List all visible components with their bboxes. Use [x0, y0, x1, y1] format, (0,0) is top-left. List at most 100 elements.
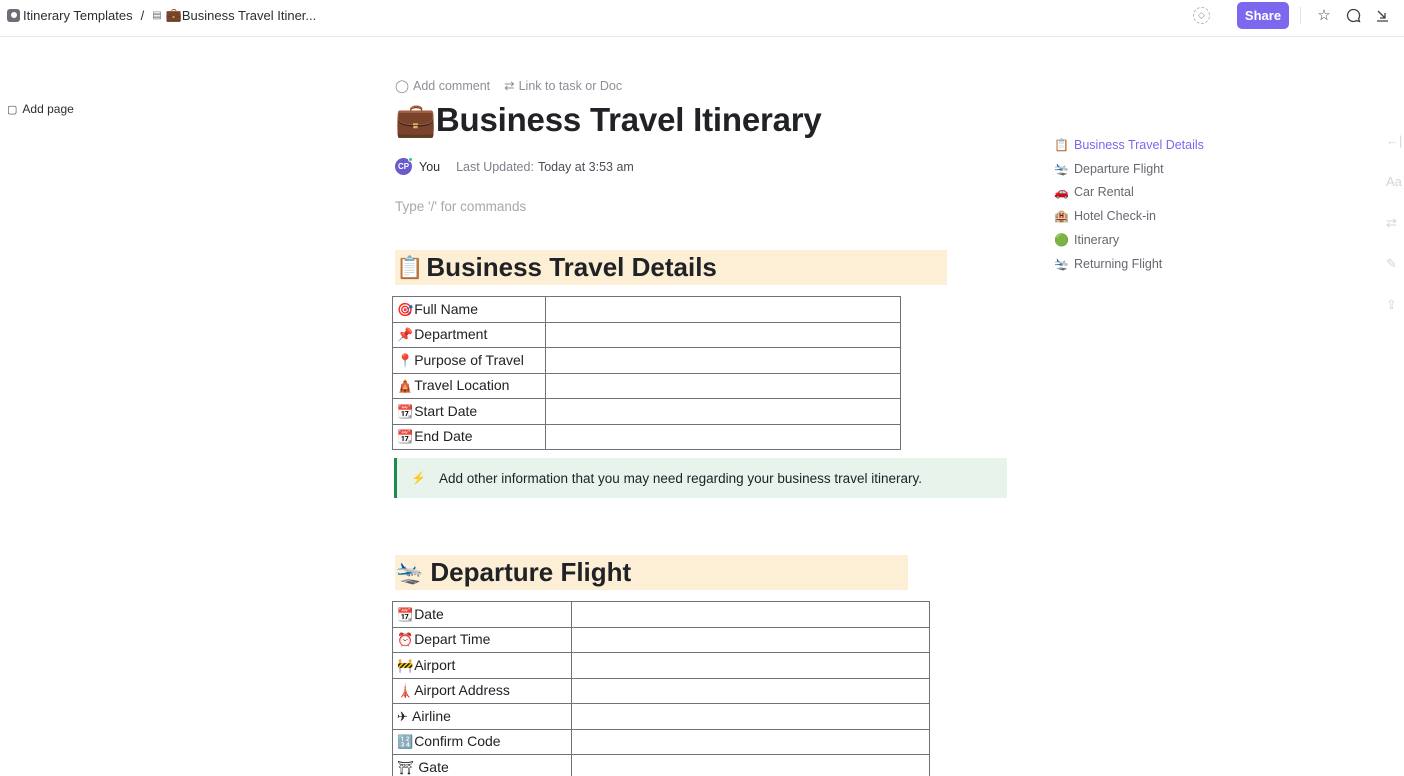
- table-cell-label[interactable]: ✈ Airline: [392, 703, 572, 730]
- toc-item-departure-flight[interactable]: 🛬 Departure Flight: [1054, 157, 1204, 181]
- toc-item-business-travel-details[interactable]: 📋 Business Travel Details: [1054, 133, 1204, 157]
- target-icon: 🎯: [397, 301, 414, 317]
- row-label: Start Date: [414, 402, 478, 419]
- row-label: Airline: [412, 707, 451, 724]
- add-page-icon: ▢: [7, 103, 18, 116]
- page-title[interactable]: 💼Business Travel Itinerary: [395, 101, 822, 140]
- document-icon: ▤: [152, 9, 162, 21]
- row-label: Airport: [414, 656, 456, 673]
- table-cell-label[interactable]: 🎯Full Name: [392, 296, 546, 323]
- airplane-icon: ✈: [397, 708, 408, 724]
- clipboard-icon: 📋: [1054, 137, 1069, 152]
- numbers-icon: 🔢: [397, 734, 414, 750]
- doc-actions: ◯ Add comment ⇄ Link to task or Doc: [395, 78, 622, 93]
- link-icon[interactable]: ⇄: [1386, 202, 1404, 243]
- green-circle-icon: 🟢: [1054, 233, 1069, 248]
- toc-label: Business Travel Details: [1074, 137, 1204, 152]
- comment-icon[interactable]: [1344, 6, 1362, 24]
- table-cell-label[interactable]: 📆Date: [392, 601, 572, 628]
- table-cell-value[interactable]: [571, 754, 930, 776]
- table-cell-value[interactable]: [571, 601, 930, 628]
- location-pin-icon: 📍: [397, 352, 414, 368]
- table-row: ⏰Depart Time: [392, 626, 930, 653]
- table-cell-label[interactable]: 🗼Airport Address: [392, 677, 572, 704]
- title-text: Business Travel Itinerary: [435, 101, 822, 138]
- export-icon[interactable]: ⇪: [1386, 284, 1404, 325]
- add-comment-label: Add comment: [413, 79, 491, 93]
- table-of-contents: 📋 Business Travel Details 🛬 Departure Flig…: [1054, 133, 1204, 276]
- table-cell-value[interactable]: [571, 728, 930, 755]
- top-bar: Itinerary Templates / ▤ 💼 Business Trave…: [0, 0, 1404, 37]
- car-icon: 🚗: [1054, 185, 1069, 200]
- section-heading-departure-flight[interactable]: 🛬 Departure Flight: [395, 555, 908, 590]
- breadcrumb-doc[interactable]: Business Travel Itiner...: [182, 8, 316, 23]
- table-cell-value[interactable]: [571, 652, 930, 679]
- callout-text: Add other information that you may need …: [438, 470, 922, 486]
- table-cell-label[interactable]: 📍Purpose of Travel: [392, 347, 546, 374]
- command-input[interactable]: Type '/' for commands: [395, 199, 526, 214]
- table-cell-value[interactable]: [545, 372, 901, 399]
- share-button[interactable]: Share: [1237, 2, 1289, 29]
- calendar-icon: 📆: [397, 429, 414, 445]
- table-cell-label[interactable]: 🚧Airport: [392, 652, 572, 679]
- toc-label: Itinerary: [1074, 233, 1120, 248]
- toc-item-car-rental[interactable]: 🚗 Car Rental: [1054, 181, 1204, 205]
- table-row: 🔢Confirm Code: [392, 728, 930, 755]
- toc-label: Hotel Check-in: [1074, 209, 1156, 224]
- ai-tag-icon[interactable]: ◇: [1193, 7, 1210, 24]
- details-table: 🎯Full Name 📌Department 📍Purpose of Trave…: [392, 296, 901, 450]
- link-task-button[interactable]: ⇄ Link to task or Doc: [504, 78, 622, 93]
- table-cell-label[interactable]: ⏰Depart Time: [392, 626, 572, 653]
- table-cell-label[interactable]: 📆Start Date: [392, 398, 546, 425]
- comment-icon: ◯: [395, 79, 409, 93]
- table-row: 📆Date: [392, 601, 930, 628]
- space-icon: [7, 8, 20, 22]
- callout[interactable]: ⚡ Add other information that you may nee…: [394, 458, 1007, 498]
- avatar[interactable]: CP: [395, 157, 413, 175]
- author-name: You: [419, 159, 441, 174]
- table-row: ⛩ Gate: [392, 754, 930, 776]
- table-cell-value[interactable]: [545, 296, 901, 323]
- toc-item-hotel-check-in[interactable]: 🏨 Hotel Check-in: [1054, 204, 1204, 228]
- row-label: Full Name: [414, 300, 478, 317]
- breadcrumb-doc-emoji: 💼: [165, 7, 182, 22]
- table-cell-value[interactable]: [545, 423, 901, 450]
- collapse-icon[interactable]: [1373, 6, 1391, 24]
- online-indicator: [408, 157, 413, 162]
- table-row: 📌Department: [392, 321, 901, 348]
- table-cell-value[interactable]: [545, 398, 901, 425]
- table-cell-value[interactable]: [571, 626, 930, 653]
- link-icon: ⇄: [504, 79, 515, 93]
- toc-item-itinerary[interactable]: 🟢 Itinerary: [1054, 228, 1204, 252]
- table-cell-value[interactable]: [571, 703, 930, 730]
- collapse-left-icon[interactable]: ←|: [1386, 120, 1404, 161]
- torii-gate-icon: ⛩: [397, 759, 414, 775]
- table-cell-value[interactable]: [571, 677, 930, 704]
- toc-label: Departure Flight: [1074, 161, 1164, 176]
- section-heading-business-travel-details[interactable]: 📋 Business Travel Details: [395, 250, 947, 285]
- breadcrumb-space[interactable]: Itinerary Templates: [23, 8, 133, 23]
- table-cell-label[interactable]: 🔢Confirm Code: [392, 728, 572, 755]
- doc-meta: CP You Last Updated: Today at 3:53 am: [395, 157, 634, 175]
- add-page-button[interactable]: ▢ Add page: [7, 102, 74, 116]
- clipboard-icon: 📋: [396, 254, 424, 280]
- construction-barrier-icon: 🚧: [397, 657, 414, 673]
- row-label: Purpose of Travel: [414, 351, 524, 368]
- avatar-initials: CP: [397, 162, 410, 171]
- row-label: End Date: [414, 428, 473, 445]
- table-cell-value[interactable]: [545, 321, 901, 348]
- table-cell-value[interactable]: [545, 347, 901, 374]
- typography-icon[interactable]: Aa: [1386, 161, 1404, 202]
- calendar-icon: 📆: [397, 403, 414, 419]
- star-icon[interactable]: ☆: [1315, 6, 1333, 24]
- table-cell-label[interactable]: 📌Department: [392, 321, 546, 348]
- title-emoji: 💼: [395, 101, 436, 138]
- table-cell-label[interactable]: 🛕Travel Location: [392, 372, 546, 399]
- magic-wand-icon[interactable]: ✎: [1386, 243, 1404, 284]
- add-comment-button[interactable]: ◯ Add comment: [395, 78, 490, 93]
- table-cell-label[interactable]: 📆End Date: [392, 423, 546, 450]
- table-cell-label[interactable]: ⛩ Gate: [392, 754, 572, 776]
- toc-item-returning-flight[interactable]: 🛬 Returning Flight: [1054, 252, 1204, 276]
- link-task-label: Link to task or Doc: [518, 79, 623, 93]
- row-label: Confirm Code: [414, 733, 501, 750]
